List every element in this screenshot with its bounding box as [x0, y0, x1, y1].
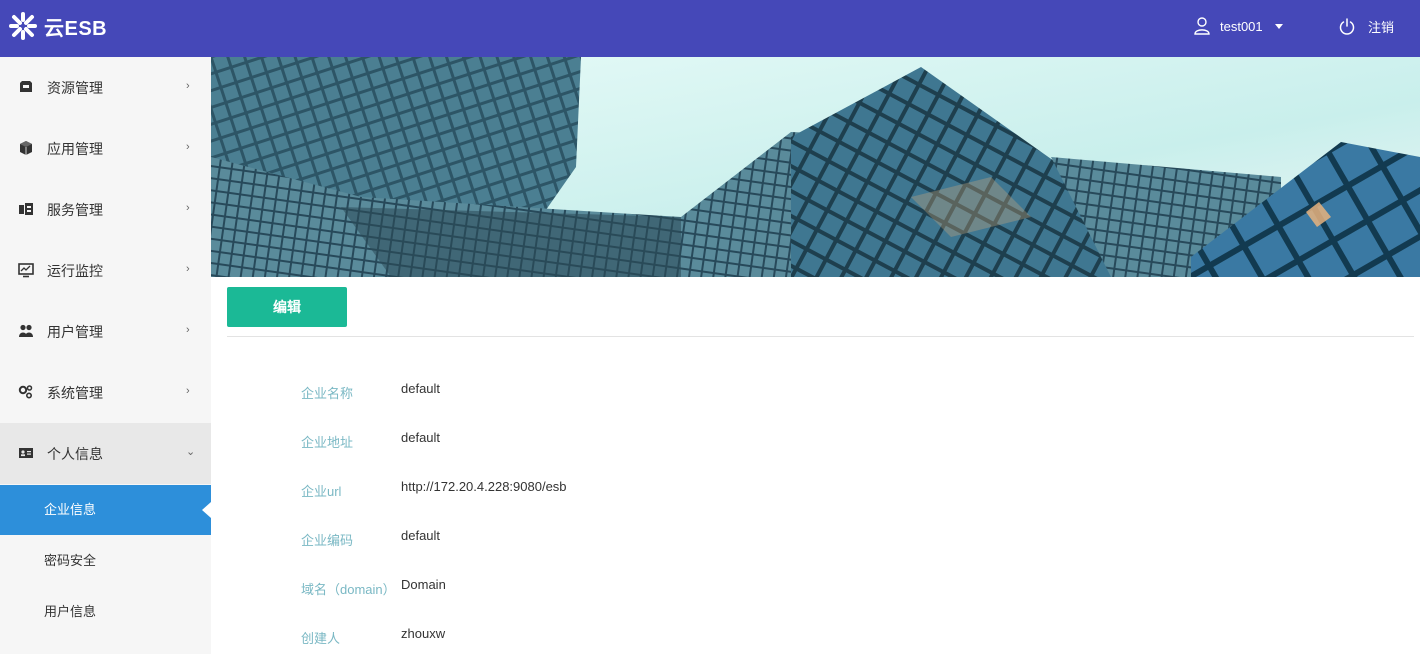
sidebar-item-label: 应用管理: [47, 141, 103, 157]
sidebar-subitem-label: 用户信息: [44, 604, 97, 619]
top-header-bar: 云ESB test001 注销: [0, 0, 1420, 57]
sidebar-item-applications[interactable]: 应用管理 ›: [0, 118, 211, 179]
chevron-right-icon: ›: [186, 263, 190, 275]
edit-button[interactable]: 编辑: [227, 287, 347, 327]
sidebar-item-label: 系统管理: [47, 385, 103, 401]
field-company-url: 企业url http://172.20.4.228:9080/esb: [301, 479, 1001, 499]
app-title: 云ESB: [44, 17, 108, 40]
sidebar-item-label: 服务管理: [47, 202, 103, 218]
sidebar-item-monitoring[interactable]: 运行监控 ›: [0, 240, 211, 301]
field-label: 创建人: [301, 631, 341, 646]
sidebar-subitem-label: 密码安全: [44, 553, 97, 568]
field-value: default: [401, 430, 441, 445]
logout-label: 注销: [1368, 19, 1395, 35]
sidebar-subitem-password-security[interactable]: 密码安全: [0, 536, 211, 586]
monitor-icon: [18, 263, 34, 278]
user-menu[interactable]: test001: [1194, 16, 1283, 36]
power-icon: [1339, 17, 1355, 35]
sidebar-item-services[interactable]: 服务管理 ›: [0, 179, 211, 240]
sidebar-item-system[interactable]: 系统管理 ›: [0, 362, 211, 423]
field-label: 企业名称: [301, 386, 354, 401]
field-company-name: 企业名称 default: [301, 381, 1001, 401]
field-value: http://172.20.4.228:9080/esb: [401, 479, 567, 494]
chevron-right-icon: ›: [186, 80, 190, 92]
field-value: Domain: [401, 577, 446, 592]
field-label: 域名（domain）: [301, 582, 396, 597]
chevron-right-icon: ›: [186, 385, 190, 397]
services-icon: [19, 203, 33, 215]
chevron-down-icon: ⌄: [186, 446, 196, 458]
sidebar-item-profile[interactable]: 个人信息 ⌄: [0, 423, 211, 484]
field-company-code: 企业编码 default: [301, 528, 1001, 548]
user-icon: [1194, 17, 1210, 35]
esb-logo-icon: [9, 12, 37, 40]
field-value: default: [401, 528, 441, 543]
chevron-right-icon: ›: [186, 202, 190, 214]
chevron-right-icon: ›: [186, 141, 190, 153]
sidebar-subitem-label: 企业信息: [44, 502, 97, 517]
id-card-icon: [19, 448, 33, 458]
banner-image: [211, 57, 1420, 277]
logout-button[interactable]: 注销: [1339, 16, 1394, 36]
field-label: 企业编码: [301, 533, 354, 548]
sidebar-item-label: 资源管理: [47, 80, 103, 96]
app-logo[interactable]: 云ESB: [8, 10, 107, 42]
inbox-icon: [20, 81, 32, 92]
sidebar-item-label: 用户管理: [47, 324, 103, 340]
divider: [227, 336, 1414, 337]
field-creator: 创建人 zhouxw: [301, 626, 1001, 646]
field-domain: 域名（domain） Domain: [301, 577, 1001, 597]
sidebar-item-users[interactable]: 用户管理 ›: [0, 301, 211, 362]
chevron-right-icon: ›: [186, 324, 190, 336]
field-value: default: [401, 381, 441, 396]
chevron-down-icon: [1274, 23, 1283, 29]
sidebar-subitem-user-info[interactable]: 用户信息: [0, 587, 211, 637]
username-label: test001: [1220, 18, 1263, 34]
cube-icon: [20, 141, 32, 155]
sidebar: 资源管理 › 应用管理 › 服务管理 › 运行监控 › 用户管理 › 系统管理 …: [0, 57, 211, 654]
sidebar-subitem-company-info[interactable]: 企业信息: [0, 485, 211, 535]
active-indicator: [202, 502, 211, 518]
sidebar-item-resources[interactable]: 资源管理 ›: [0, 57, 211, 118]
gears-icon: [18, 385, 33, 399]
field-label: 企业url: [301, 484, 342, 499]
users-icon: [19, 324, 33, 337]
sidebar-item-label: 个人信息: [47, 446, 103, 462]
field-value: zhouxw: [401, 626, 446, 641]
field-label: 企业地址: [301, 435, 354, 450]
sidebar-item-label: 运行监控: [47, 263, 103, 279]
field-company-address: 企业地址 default: [301, 430, 1001, 450]
